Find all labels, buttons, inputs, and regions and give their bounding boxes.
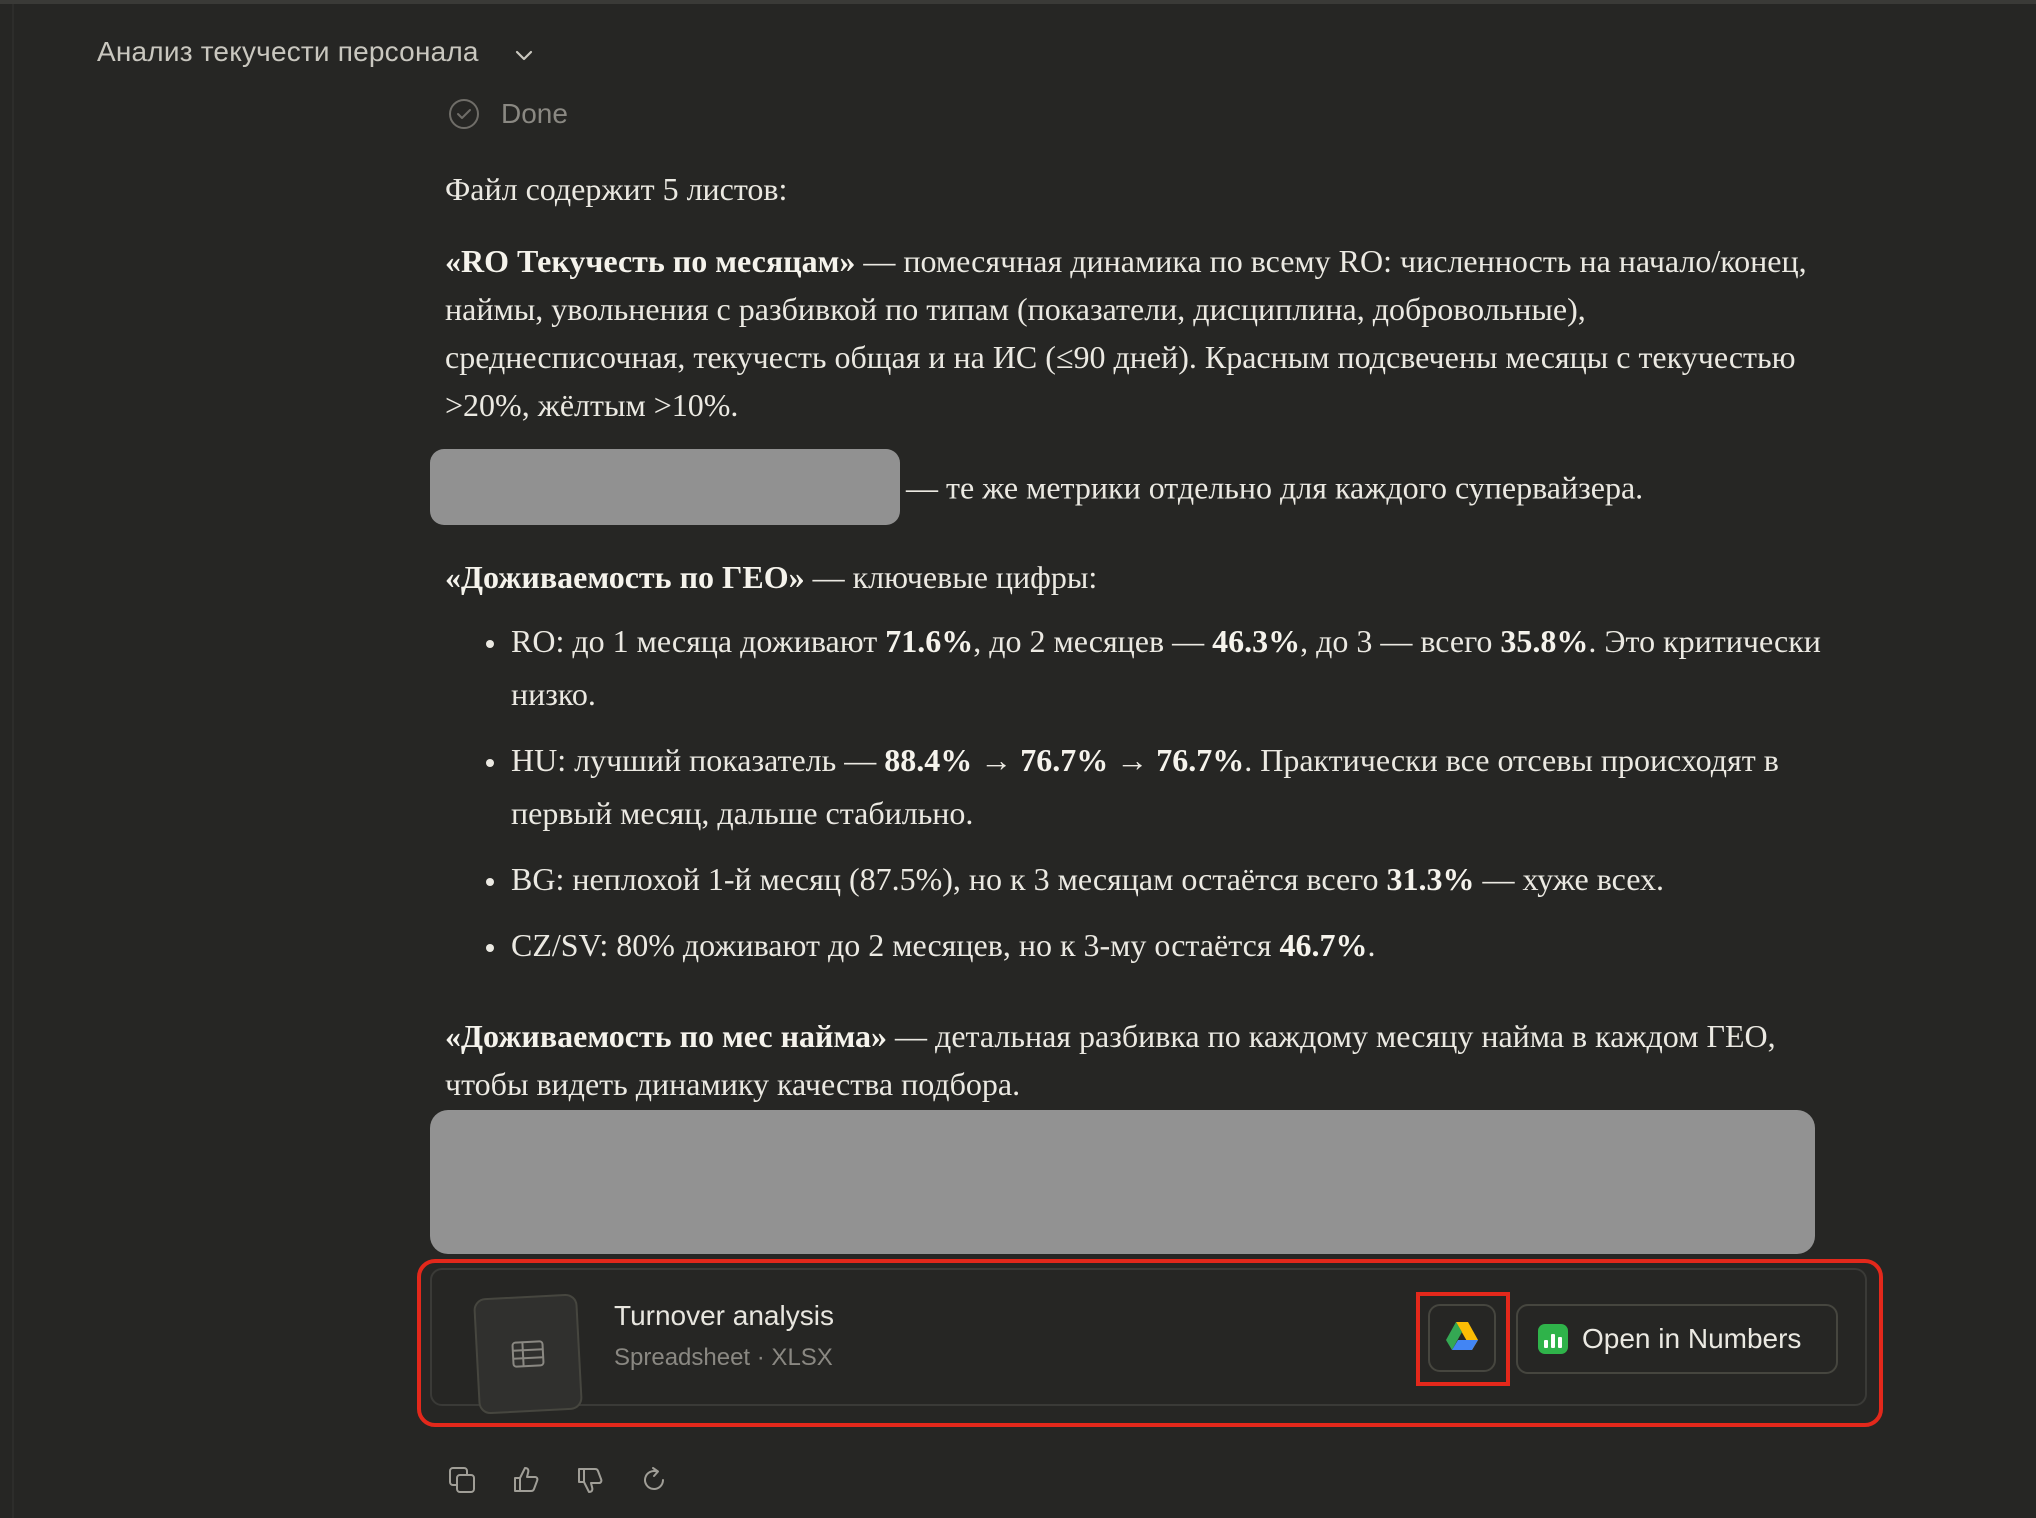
sheet-3-paragraph: «Доживаемость по ГЕО» — ключевые цифры: [445,553,1825,601]
sheet-4-paragraph: «Доживаемость по мес найма» — детальная … [445,1012,1825,1108]
open-in-numbers-label: Open in Numbers [1582,1323,1802,1354]
thumbs-down-icon [578,1468,603,1493]
intro-paragraph: Файл содержит 5 листов: [445,171,788,207]
copy-button[interactable] [444,1462,480,1498]
numbers-app-icon [1538,1324,1568,1354]
list-item: RO: до 1 месяца доживают 71.6%, до 2 мес… [509,615,1825,721]
sheet-2-paragraph: — те же метрики отдельно для каждого суп… [430,449,1825,529]
list-item: BG: неплохой 1-й месяц (87.5%), но к 3 м… [509,853,1825,906]
save-to-drive-button[interactable] [1428,1304,1496,1372]
message-actions [444,1462,672,1498]
open-in-numbers-button[interactable]: Open in Numbers [1516,1304,1838,1374]
spreadsheet-file-icon [473,1293,583,1415]
thumbs-up-button[interactable] [508,1462,544,1498]
assistant-message: Файл содержит 5 листов: «RO Текучесть по… [430,165,1825,1132]
check-icon [449,99,479,129]
chevron-down-icon [513,41,535,63]
thumbs-down-button[interactable] [572,1462,608,1498]
conversation-title: Анализ текучести персонала [97,36,479,67]
sheet-3-name: «Доживаемость по ГЕО» [445,559,805,595]
sheet-1-name: «RO Текучесть по месяцам» [445,243,856,279]
file-attachment-card[interactable]: Turnover analysis Spreadsheet · XLSX Ope… [430,1268,1867,1415]
top-border [0,0,2036,4]
sheet-2-description: — те же метрики отдельно для каждого суп… [906,469,1644,506]
retry-button[interactable] [636,1462,672,1498]
sidebar-edge [12,4,14,1518]
tool-status: Done [449,98,568,130]
file-type: Spreadsheet · XLSX [614,1344,833,1371]
file-name: Turnover analysis [614,1300,834,1331]
redacted-block [430,1110,1815,1254]
sheet-3-description: — ключевые цифры: [804,559,1098,595]
list-item: HU: лучший показатель — 88.4% → 76.7% → … [509,734,1825,840]
thumbs-up-icon [514,1467,539,1492]
sheet-1-paragraph: «RO Текучесть по месяцам» — помесячная д… [445,237,1825,429]
redacted-sheet-name [430,449,900,525]
copy-icon [449,1467,475,1493]
sheet-4-name: «Доживаемость по мес найма» [445,1018,888,1054]
google-drive-icon [1444,1320,1480,1357]
retry-icon [644,1467,664,1490]
list-item: CZ/SV: 80% доживают до 2 месяцев, но к 3… [509,919,1825,972]
conversation-title-menu[interactable]: Анализ текучести персонала [97,36,535,68]
geo-bullet-list: RO: до 1 месяца доживают 71.6%, до 2 мес… [445,615,1825,972]
status-label: Done [501,98,568,129]
